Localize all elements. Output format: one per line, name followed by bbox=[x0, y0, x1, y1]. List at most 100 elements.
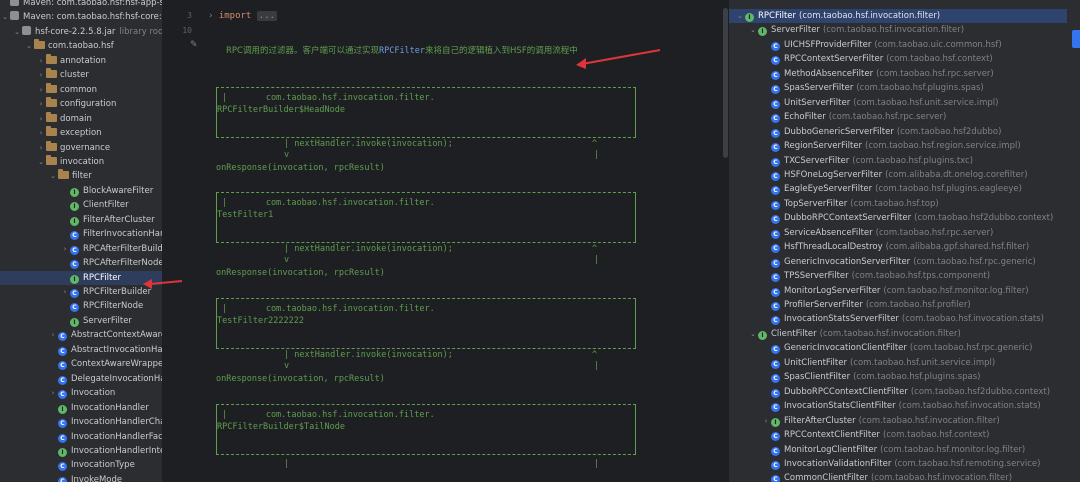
chevron-right-icon[interactable]: › bbox=[36, 126, 46, 140]
chevron-right-icon[interactable]: › bbox=[36, 97, 46, 111]
hierarchy-item[interactable]: C SpasClientFilter (com.taobao.hsf.plugins… bbox=[729, 370, 1067, 384]
hierarchy-item[interactable]: C MonitorLogClientFilter (com.taobao.hsf.m… bbox=[729, 443, 1067, 457]
hierarchy-item[interactable]: C DubboRPCContextClientFilter (com.taobao.… bbox=[729, 385, 1067, 399]
chevron-right-icon[interactable]: › bbox=[60, 285, 70, 299]
hierarchy-item[interactable]: C MonitorLogServerFilter (com.taobao.hsf.m… bbox=[729, 284, 1067, 298]
tree-item[interactable]: C InvocationHandlerFacto bbox=[0, 430, 162, 444]
hierarchy-item[interactable]: C TXCServerFilter (com.taobao.hsf.plugins.… bbox=[729, 154, 1067, 168]
hierarchy-item[interactable]: C RegionServerFilter (com.taobao.hsf.regio… bbox=[729, 139, 1067, 153]
tree-item[interactable]: C FilterInvocationHand bbox=[0, 227, 162, 241]
hierarchy-item[interactable]: C TopServerFilter (com.taobao.hsf.top) bbox=[729, 197, 1067, 211]
tree-item[interactable]: I RPCFilter bbox=[0, 270, 162, 285]
chevron-right-icon[interactable]: › bbox=[761, 414, 771, 428]
tree-item[interactable]: › C RPCFilterBuilder bbox=[0, 285, 162, 299]
tree-item[interactable]: C DelegateInvocationHan bbox=[0, 372, 162, 386]
side-tool-tab[interactable] bbox=[1072, 30, 1080, 48]
tree-item[interactable]: › C Invocation bbox=[0, 386, 162, 400]
tree-item[interactable]: › governance bbox=[0, 140, 162, 155]
tree-item[interactable]: C ContextAwareWrapper bbox=[0, 357, 162, 371]
hierarchy-item[interactable]: C DubboGenericServerFilter (com.taobao.hsf… bbox=[729, 125, 1067, 139]
tree-item[interactable]: Maven: com.taobao.hsf:hsf-app-sp bbox=[0, 0, 162, 10]
chevron-right-icon[interactable]: › bbox=[36, 83, 46, 97]
tree-item[interactable]: ⌄ com.taobao.hsf bbox=[0, 39, 162, 53]
tree-item[interactable]: › exception bbox=[0, 126, 162, 140]
tree-item[interactable]: › common bbox=[0, 82, 162, 97]
chevron-right-icon[interactable]: › bbox=[36, 68, 46, 82]
chevron-down-icon[interactable]: ⌄ bbox=[748, 23, 758, 37]
hierarchy-item[interactable]: ⌄ I ServerFilter (com.taobao.hsf.invocation… bbox=[729, 23, 1067, 37]
tree-item[interactable]: ⌄ invocation bbox=[0, 154, 162, 169]
tree-item[interactable]: › configuration bbox=[0, 97, 162, 111]
hierarchy-item[interactable]: C UnitClientFilter (com.taobao.hsf.unit.se… bbox=[729, 356, 1067, 370]
tree-item[interactable]: › C RPCAfterFilterBuilde bbox=[0, 242, 162, 256]
tree-item-label: FilterInvocationHand bbox=[83, 229, 162, 240]
fold-chevron-icon[interactable]: › bbox=[208, 11, 219, 21]
hierarchy-item[interactable]: C ProfilerServerFilter (com.taobao.hsf.pro… bbox=[729, 298, 1067, 312]
tree-item[interactable]: I InvocationHandlerInter bbox=[0, 444, 162, 458]
chevron-right-icon[interactable]: › bbox=[36, 54, 46, 68]
code-editor[interactable]: 3 10 ✎ › import ... RPC调用的过滤器。客户端可以通过实现R… bbox=[162, 0, 728, 482]
hierarchy-item[interactable]: › I FilterAfterCluster (com.taobao.hsf.invo… bbox=[729, 414, 1067, 428]
hierarchy-item[interactable]: ⌄ I RPCFilter (com.taobao.hsf.invocation.fi… bbox=[729, 9, 1067, 23]
hierarchy-item[interactable]: C HSFOneLogServerFilter (com.alibaba.dt.on… bbox=[729, 168, 1067, 182]
hierarchy-item[interactable]: C HsfThreadLocalDestroy (com.alibaba.gpf.s… bbox=[729, 240, 1067, 254]
tree-item[interactable]: › domain bbox=[0, 111, 162, 126]
tree-item[interactable]: C InvokeMode bbox=[0, 473, 162, 482]
import-fold-placeholder[interactable]: ... bbox=[256, 11, 278, 21]
tree-item[interactable]: I InvocationHandler bbox=[0, 401, 162, 415]
tree-item-label: invocation bbox=[60, 156, 105, 167]
class-icon: C bbox=[771, 359, 780, 369]
hierarchy-item[interactable]: C GenericInvocationServerFilter (com.taoba… bbox=[729, 255, 1067, 269]
tree-item[interactable]: C RPCAfterFilterNode bbox=[0, 256, 162, 270]
hierarchy-item[interactable]: C InvocationStatsServerFilter (com.taobao.… bbox=[729, 312, 1067, 326]
tree-item[interactable]: › annotation bbox=[0, 53, 162, 68]
import-line[interactable]: › import ... bbox=[208, 9, 278, 23]
code-area[interactable]: › import ... RPC调用的过滤器。客户端可以通过实现RPCFilte… bbox=[206, 0, 716, 482]
chevron-right-icon[interactable]: › bbox=[36, 141, 46, 155]
chevron-down-icon[interactable]: ⌄ bbox=[735, 9, 745, 23]
tree-item[interactable]: C InvocationType bbox=[0, 458, 162, 472]
chevron-down-icon[interactable]: ⌄ bbox=[12, 25, 22, 39]
tree-item[interactable]: ⌄ hsf-core-2.2.5.8.jar library root bbox=[0, 25, 162, 39]
hierarchy-item[interactable]: C InvocationStatsClientFilter (com.taobao.… bbox=[729, 399, 1067, 413]
chevron-right-icon[interactable]: › bbox=[48, 328, 58, 342]
hierarchy-item[interactable]: C UnitServerFilter (com.taobao.hsf.unit.se… bbox=[729, 96, 1067, 110]
tree-item[interactable]: I ClientFilter bbox=[0, 198, 162, 212]
chevron-down-icon[interactable]: ⌄ bbox=[36, 155, 46, 169]
hierarchy-item[interactable]: ⌄ I ClientFilter (com.taobao.hsf.invocation… bbox=[729, 327, 1067, 341]
tree-item[interactable]: I FilterAfterCluster bbox=[0, 213, 162, 227]
hierarchy-item[interactable]: C InvocationValidationFilter (com.taobao.h… bbox=[729, 457, 1067, 471]
edit-doc-icon[interactable]: ✎ bbox=[190, 40, 198, 50]
hierarchy-item[interactable]: C EchoFilter (com.taobao.hsf.rpc.server) bbox=[729, 110, 1067, 124]
hierarchy-item[interactable]: C ServiceAbsenceFilter (com.taobao.hsf.rpc… bbox=[729, 226, 1067, 240]
tree-item[interactable]: › cluster bbox=[0, 68, 162, 82]
hierarchy-item[interactable]: C MethodAbsenceFilter (com.taobao.hsf.rpc.… bbox=[729, 67, 1067, 81]
hierarchy-item[interactable]: C TPSServerFilter (com.taobao.hsf.tps.comp… bbox=[729, 269, 1067, 283]
tree-item[interactable]: I BlockAwareFilter bbox=[0, 184, 162, 198]
hierarchy-item[interactable]: C UICHSFProviderFilter (com.taobao.uic.com… bbox=[729, 38, 1067, 52]
hierarchy-item[interactable]: C RPCContextServerFilter (com.taobao.hsf.c… bbox=[729, 52, 1067, 66]
tree-item[interactable]: ⌄ filter bbox=[0, 169, 162, 183]
hierarchy-item[interactable]: C CommonClientFilter (com.taobao.hsf.invoc… bbox=[729, 471, 1067, 482]
hierarchy-item-name: HsfThreadLocalDestroy bbox=[784, 242, 883, 253]
hierarchy-item[interactable]: C EagleEyeServerFilter (com.taobao.hsf.plu… bbox=[729, 182, 1067, 196]
chevron-right-icon[interactable]: › bbox=[48, 386, 58, 400]
tree-item[interactable]: › C AbstractContextAwareI bbox=[0, 328, 162, 342]
chevron-down-icon[interactable]: ⌄ bbox=[748, 327, 758, 341]
chevron-right-icon[interactable]: › bbox=[60, 242, 70, 256]
chevron-down-icon[interactable]: ⌄ bbox=[48, 169, 58, 183]
hierarchy-item[interactable]: C GenericInvocationClientFilter (com.taoba… bbox=[729, 341, 1067, 355]
chevron-down-icon[interactable]: ⌄ bbox=[0, 10, 10, 24]
tree-item[interactable]: I ServerFilter bbox=[0, 314, 162, 328]
tree-item[interactable]: C InvocationHandlerChain bbox=[0, 415, 162, 429]
tree-item[interactable]: C AbstractInvocationHand bbox=[0, 343, 162, 357]
hierarchy-item[interactable]: C SpasServerFilter (com.taobao.hsf.plugins… bbox=[729, 81, 1067, 95]
hierarchy-item[interactable]: C RPCContextClientFilter (com.taobao.hsf.c… bbox=[729, 428, 1067, 442]
hierarchy-item-name: ServerFilter bbox=[771, 25, 820, 36]
tree-item[interactable]: C RPCFilterNode bbox=[0, 299, 162, 313]
tree-item[interactable]: ⌄ Maven: com.taobao.hsf:hsf-core:2. bbox=[0, 10, 162, 24]
chevron-right-icon[interactable]: › bbox=[36, 112, 46, 126]
chevron-down-icon[interactable]: ⌄ bbox=[24, 39, 34, 53]
hierarchy-item[interactable]: C DubboRPCContextServerFilter (com.taobao.… bbox=[729, 211, 1067, 225]
tree-item-label: cluster bbox=[60, 70, 89, 81]
